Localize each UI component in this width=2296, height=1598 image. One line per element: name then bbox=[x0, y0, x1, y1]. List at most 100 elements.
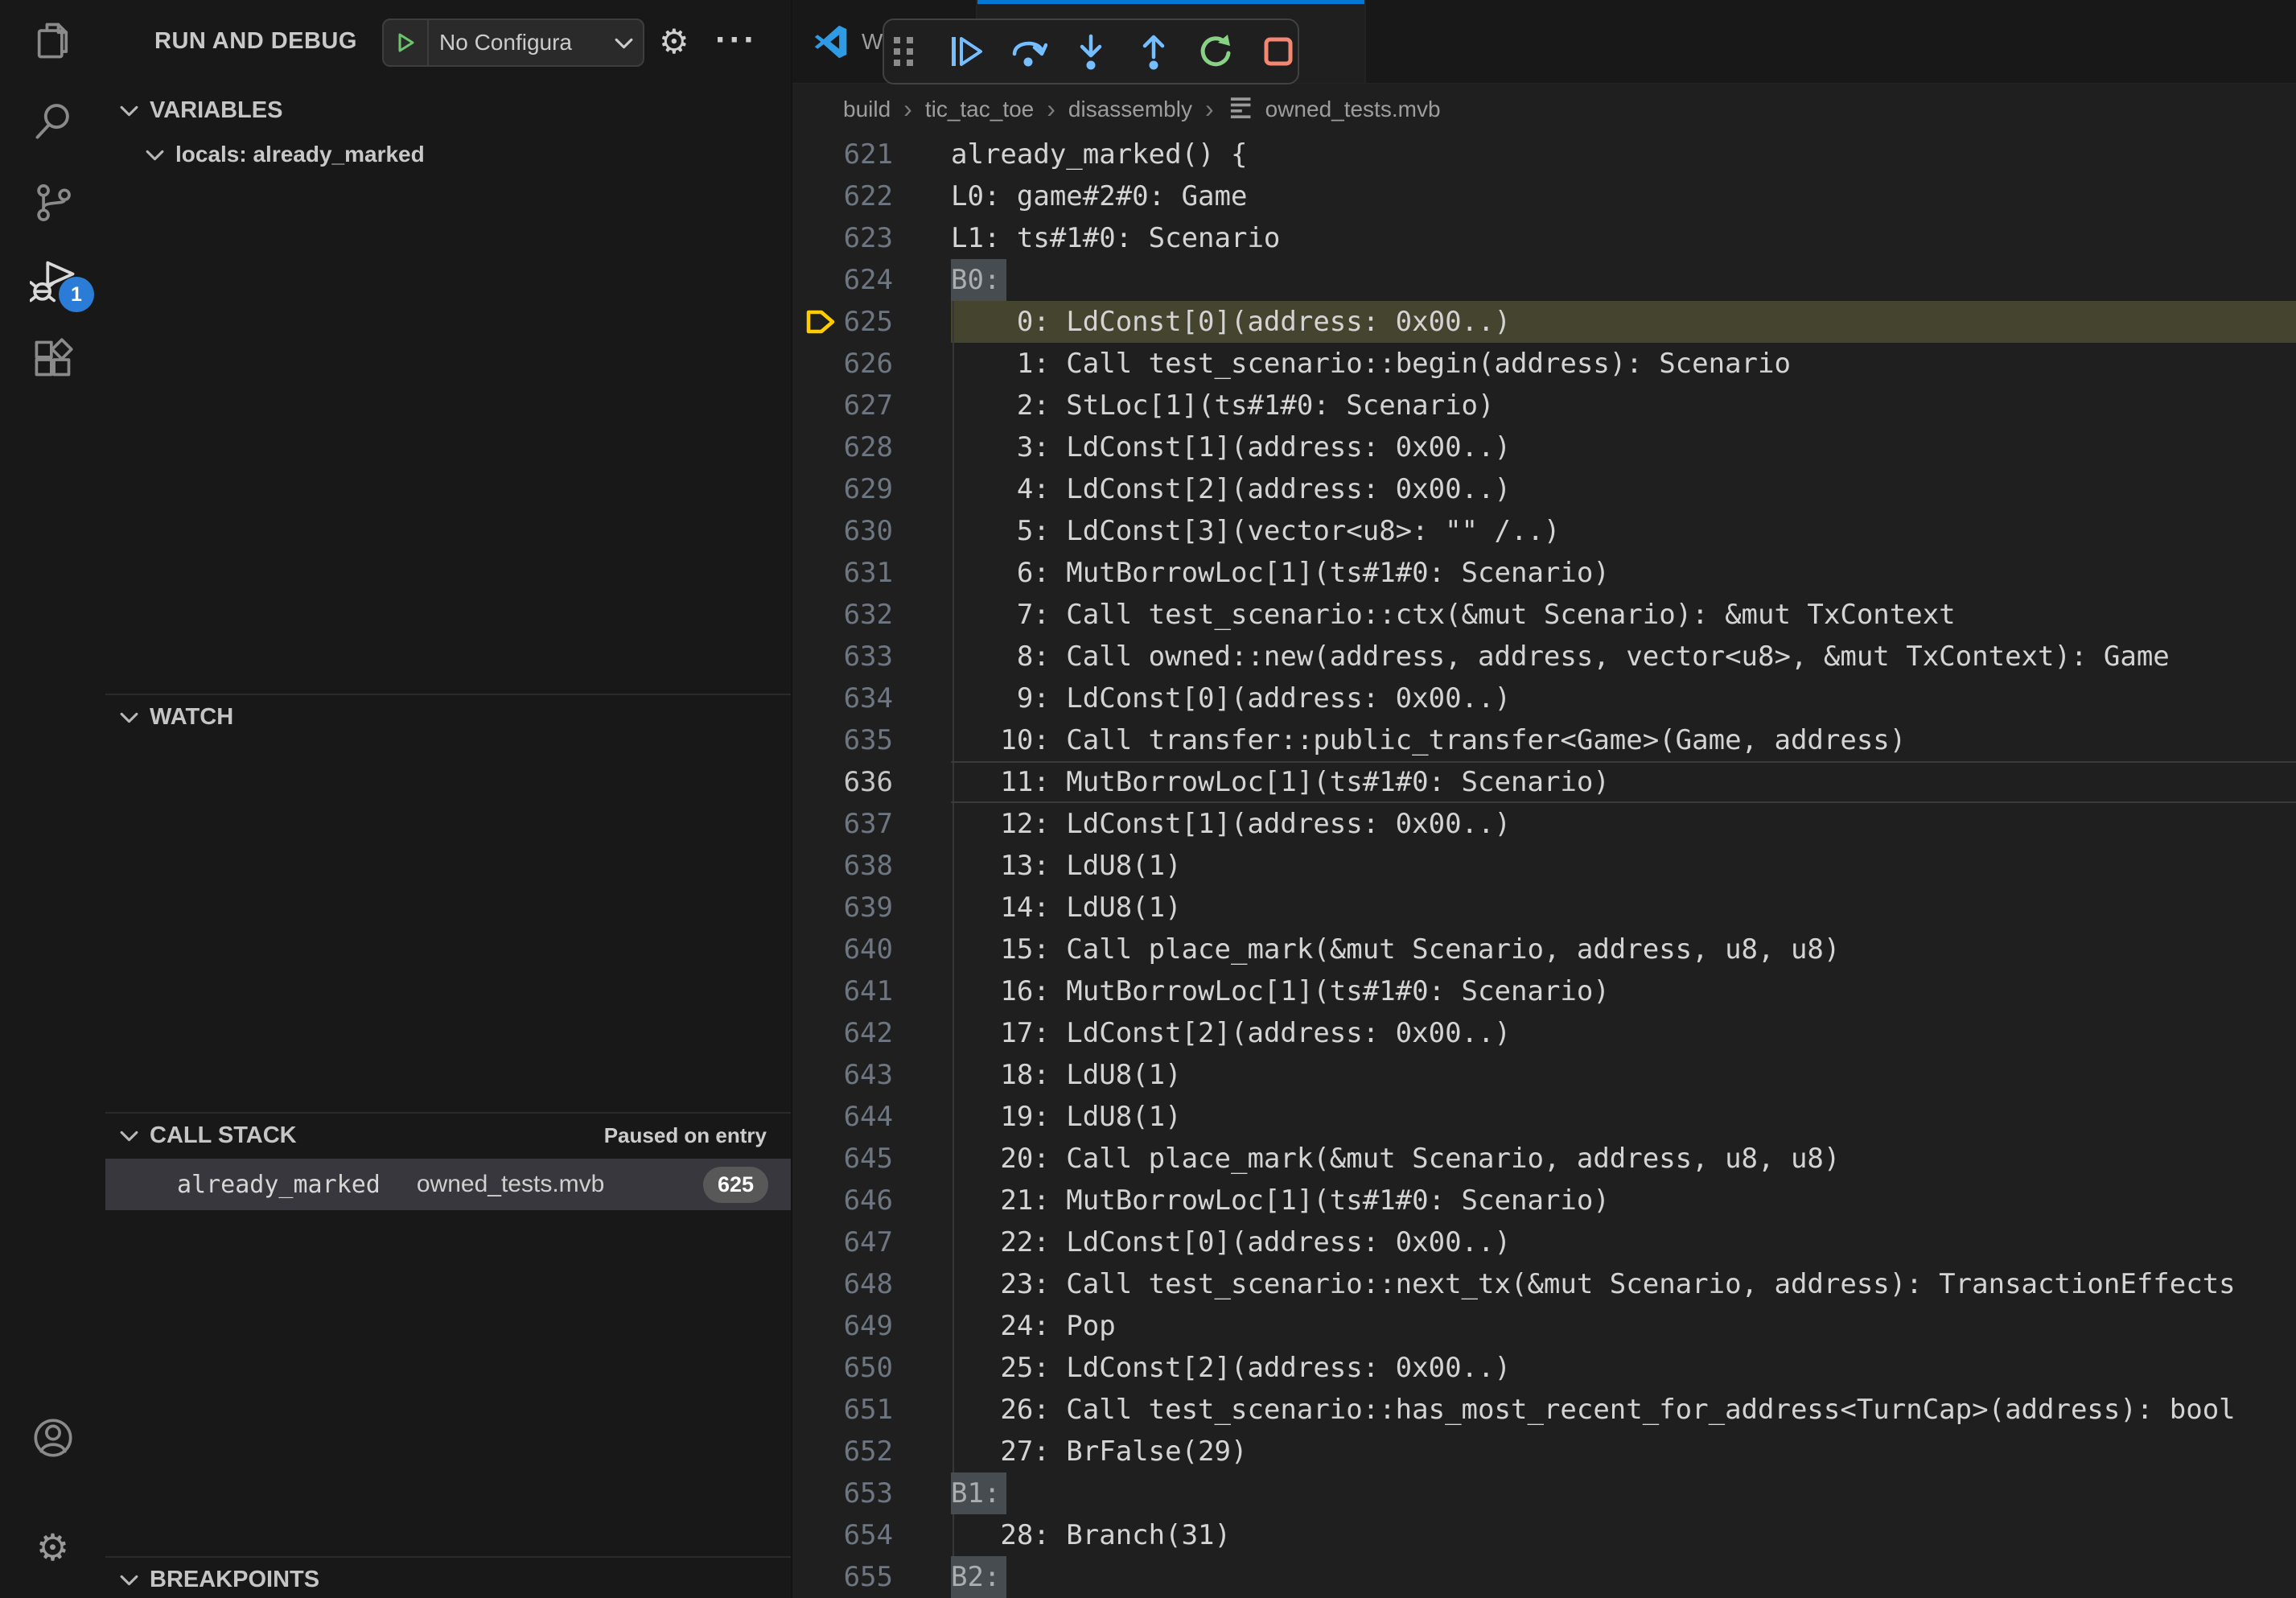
line-gutter[interactable]: 653 bbox=[792, 1472, 951, 1514]
step-out-button[interactable] bbox=[1134, 31, 1173, 72]
breadcrumb-item-build[interactable]: build bbox=[843, 97, 891, 122]
line-gutter[interactable]: 644 bbox=[792, 1096, 951, 1138]
instruction-line[interactable]: 23: Call test_scenario::next_tx(&mut Sce… bbox=[951, 1263, 2296, 1305]
line-gutter[interactable]: 645 bbox=[792, 1138, 951, 1180]
stop-button[interactable] bbox=[1258, 31, 1298, 72]
instruction-line[interactable]: 11: MutBorrowLoc[1](ts#1#0: Scenario) bbox=[951, 761, 2296, 803]
line-gutter[interactable]: 629 bbox=[792, 468, 951, 510]
line-gutter[interactable]: 647 bbox=[792, 1221, 951, 1263]
drag-handle-button[interactable] bbox=[884, 31, 924, 72]
line-gutter[interactable]: 621 bbox=[792, 134, 951, 175]
breakpoints-section-header[interactable]: BREAKPOINTS bbox=[105, 1558, 791, 1598]
instruction-line[interactable]: 27: BrFalse(29) bbox=[951, 1431, 2296, 1472]
line-gutter[interactable]: 651 bbox=[792, 1389, 951, 1431]
line-gutter[interactable]: 649 bbox=[792, 1305, 951, 1347]
activity-bar-item-search[interactable] bbox=[0, 80, 105, 161]
line-gutter[interactable]: 637 bbox=[792, 803, 951, 845]
instruction-line[interactable]: 22: LdConst[0](address: 0x00..) bbox=[951, 1221, 2296, 1263]
start-debug-button[interactable] bbox=[384, 20, 429, 65]
instruction-line[interactable]: 21: MutBorrowLoc[1](ts#1#0: Scenario) bbox=[951, 1180, 2296, 1221]
instruction-line[interactable]: 0: LdConst[0](address: 0x00..) bbox=[951, 301, 2296, 343]
debug-configuration-dropdown[interactable]: No Configura bbox=[382, 19, 644, 67]
line-gutter[interactable]: 654 bbox=[792, 1514, 951, 1556]
variables-section-header[interactable]: VARIABLES bbox=[105, 89, 791, 132]
block-label-line[interactable]: B1: bbox=[951, 1472, 2296, 1514]
instruction-line[interactable]: 3: LdConst[1](address: 0x00..) bbox=[951, 426, 2296, 468]
instruction-line[interactable]: 28: Branch(31) bbox=[951, 1514, 2296, 1556]
line-gutter[interactable]: 646 bbox=[792, 1180, 951, 1221]
instruction-line[interactable]: 1: Call test_scenario::begin(address): S… bbox=[951, 343, 2296, 385]
line-gutter[interactable]: 642 bbox=[792, 1012, 951, 1054]
instruction-line[interactable]: 12: LdConst[1](address: 0x00..) bbox=[951, 803, 2296, 845]
line-gutter[interactable]: 650 bbox=[792, 1347, 951, 1389]
variables-scope-row[interactable]: locals: already_marked bbox=[105, 132, 791, 177]
line-gutter[interactable]: 648 bbox=[792, 1263, 951, 1305]
more-actions-button[interactable]: ··· bbox=[715, 0, 758, 80]
call-stack-section-header[interactable]: CALL STACK Paused on entry bbox=[105, 1114, 791, 1157]
watch-section: WATCH bbox=[105, 694, 791, 739]
breadcrumb-item-tic-tac-toe[interactable]: tic_tac_toe bbox=[925, 97, 1034, 122]
instruction-line[interactable]: already_marked() { bbox=[951, 134, 2296, 175]
breadcrumb-item-disassembly[interactable]: disassembly bbox=[1068, 97, 1192, 122]
block-label-line[interactable]: B2: bbox=[951, 1556, 2296, 1598]
instruction-line[interactable]: 20: Call place_mark(&mut Scenario, addre… bbox=[951, 1138, 2296, 1180]
line-gutter[interactable]: 635 bbox=[792, 719, 951, 761]
line-gutter[interactable]: 641 bbox=[792, 970, 951, 1012]
instruction-line[interactable]: 16: MutBorrowLoc[1](ts#1#0: Scenario) bbox=[951, 970, 2296, 1012]
line-gutter[interactable]: 634 bbox=[792, 678, 951, 719]
instruction-line[interactable]: 9: LdConst[0](address: 0x00..) bbox=[951, 678, 2296, 719]
line-gutter[interactable]: 623 bbox=[792, 217, 951, 259]
instruction-line[interactable]: 14: LdU8(1) bbox=[951, 887, 2296, 929]
activity-bar-item-explorer[interactable] bbox=[0, 0, 105, 80]
instruction-line[interactable]: 2: StLoc[1](ts#1#0: Scenario) bbox=[951, 385, 2296, 426]
instruction-line[interactable]: 7: Call test_scenario::ctx(&mut Scenario… bbox=[951, 594, 2296, 636]
line-gutter[interactable]: 628 bbox=[792, 426, 951, 468]
instruction-line[interactable]: 17: LdConst[2](address: 0x00..) bbox=[951, 1012, 2296, 1054]
instruction-line[interactable]: 19: LdU8(1) bbox=[951, 1096, 2296, 1138]
activity-bar-item-source-control[interactable] bbox=[0, 163, 105, 243]
activity-bar-item-settings[interactable]: ⚙ bbox=[0, 1507, 105, 1588]
breadcrumb-item-owned-tests-mvb[interactable]: owned_tests.mvb bbox=[1227, 93, 1441, 126]
instruction-line[interactable]: 15: Call place_mark(&mut Scenario, addre… bbox=[951, 929, 2296, 970]
instruction-line[interactable]: 8: Call owned::new(address, address, vec… bbox=[951, 636, 2296, 678]
watch-section-header[interactable]: WATCH bbox=[105, 695, 791, 739]
activity-bar-item-account[interactable] bbox=[0, 1398, 105, 1478]
instruction-line[interactable]: L1: ts#1#0: Scenario bbox=[951, 217, 2296, 259]
instruction-line[interactable]: 6: MutBorrowLoc[1](ts#1#0: Scenario) bbox=[951, 552, 2296, 594]
line-gutter[interactable]: 638 bbox=[792, 845, 951, 887]
line-gutter[interactable]: 631 bbox=[792, 552, 951, 594]
instruction-line[interactable]: L0: game#2#0: Game bbox=[951, 175, 2296, 217]
line-gutter[interactable]: 625 bbox=[792, 301, 951, 343]
instruction-line[interactable]: 18: LdU8(1) bbox=[951, 1054, 2296, 1096]
instruction-line[interactable]: 13: LdU8(1) bbox=[951, 845, 2296, 887]
line-gutter[interactable]: 636 bbox=[792, 761, 951, 803]
restart-button[interactable] bbox=[1196, 31, 1236, 72]
instruction-line[interactable]: 26: Call test_scenario::has_most_recent_… bbox=[951, 1389, 2296, 1431]
line-gutter[interactable]: 640 bbox=[792, 929, 951, 970]
line-gutter[interactable]: 643 bbox=[792, 1054, 951, 1096]
line-gutter[interactable]: 633 bbox=[792, 636, 951, 678]
step-into-button[interactable] bbox=[1072, 31, 1111, 72]
step-over-button[interactable] bbox=[1009, 31, 1048, 72]
line-gutter[interactable]: 655 bbox=[792, 1556, 951, 1598]
instruction-line[interactable]: 10: Call transfer::public_transfer<Game>… bbox=[951, 719, 2296, 761]
line-gutter[interactable]: 632 bbox=[792, 594, 951, 636]
activity-bar-item-run-and-debug[interactable]: 1 bbox=[0, 241, 105, 322]
line-gutter[interactable]: 622 bbox=[792, 175, 951, 217]
continue-button[interactable] bbox=[947, 31, 986, 72]
code-line-646: 646 21: MutBorrowLoc[1](ts#1#0: Scenario… bbox=[792, 1180, 2296, 1221]
line-gutter[interactable]: 652 bbox=[792, 1431, 951, 1472]
instruction-line[interactable]: 4: LdConst[2](address: 0x00..) bbox=[951, 468, 2296, 510]
instruction-line[interactable]: 25: LdConst[2](address: 0x00..) bbox=[951, 1347, 2296, 1389]
line-gutter[interactable]: 639 bbox=[792, 887, 951, 929]
instruction-line[interactable]: 5: LdConst[3](vector<u8>: "" /..) bbox=[951, 510, 2296, 552]
debug-settings-button[interactable]: ⚙ bbox=[659, 0, 689, 83]
block-label-line[interactable]: B0: bbox=[951, 259, 2296, 301]
activity-bar-item-extensions[interactable] bbox=[0, 319, 105, 399]
line-gutter[interactable]: 624 bbox=[792, 259, 951, 301]
line-gutter[interactable]: 627 bbox=[792, 385, 951, 426]
line-gutter[interactable]: 626 bbox=[792, 343, 951, 385]
call-stack-frame[interactable]: already_markedowned_tests.mvb625 bbox=[105, 1159, 791, 1210]
line-gutter[interactable]: 630 bbox=[792, 510, 951, 552]
instruction-line[interactable]: 24: Pop bbox=[951, 1305, 2296, 1347]
